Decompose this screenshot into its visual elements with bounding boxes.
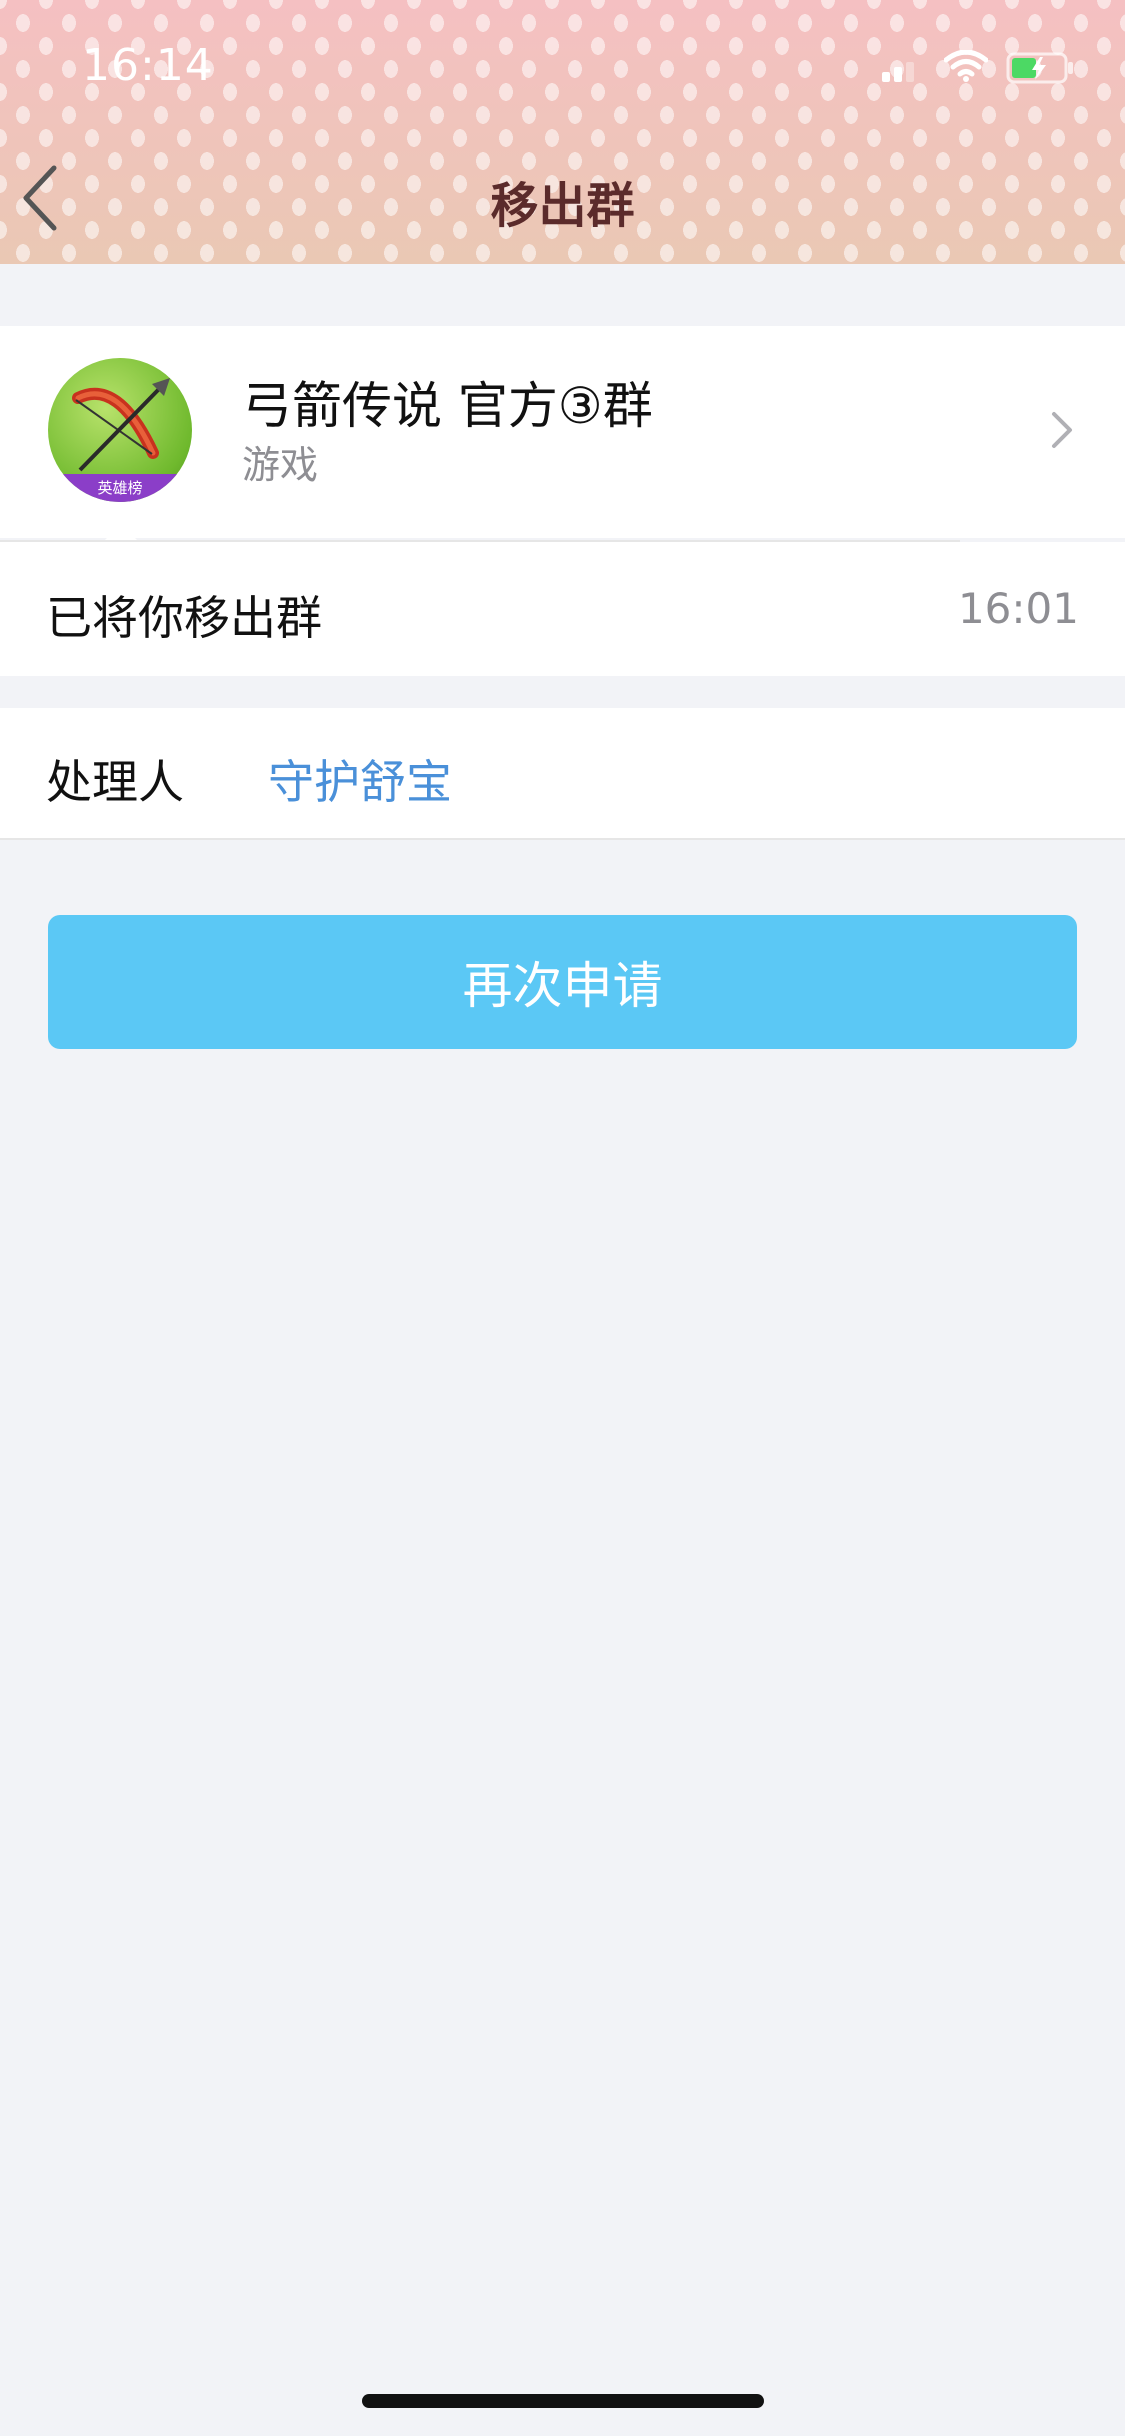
notice-time: 16:01 bbox=[957, 584, 1079, 633]
removal-notice-row: 已将你移出群 16:01 bbox=[0, 542, 1125, 676]
navigation-header: 16:14 移出群 bbox=[0, 0, 1125, 264]
handler-name-link[interactable]: 守护舒宝 bbox=[268, 746, 452, 812]
handler-label: 处理人 bbox=[46, 755, 184, 809]
handler-row: 处理人 守护舒宝 bbox=[0, 708, 1125, 840]
divider bbox=[0, 540, 960, 542]
avatar-badge: 英雄榜 bbox=[48, 474, 192, 502]
group-category: 游戏 bbox=[242, 443, 319, 487]
status-time: 16:14 bbox=[82, 40, 214, 91]
page-title: 移出群 bbox=[490, 178, 635, 234]
home-indicator bbox=[362, 2394, 764, 2408]
cellular-signal-icon bbox=[882, 58, 918, 82]
reapply-button[interactable]: 再次申请 bbox=[48, 915, 1077, 1049]
chevron-right-icon bbox=[1052, 412, 1072, 448]
battery-charging-icon bbox=[1006, 52, 1073, 84]
group-info-row[interactable]: 英雄榜 弓箭传说 官方③群 游戏 bbox=[0, 326, 1125, 538]
group-avatar: 英雄榜 bbox=[48, 358, 192, 502]
wifi-icon bbox=[944, 50, 988, 82]
group-name: 弓箭传说 官方③群 bbox=[242, 377, 653, 435]
notice-text: 已将你移出群 bbox=[46, 591, 322, 645]
speech-notch bbox=[105, 524, 137, 540]
